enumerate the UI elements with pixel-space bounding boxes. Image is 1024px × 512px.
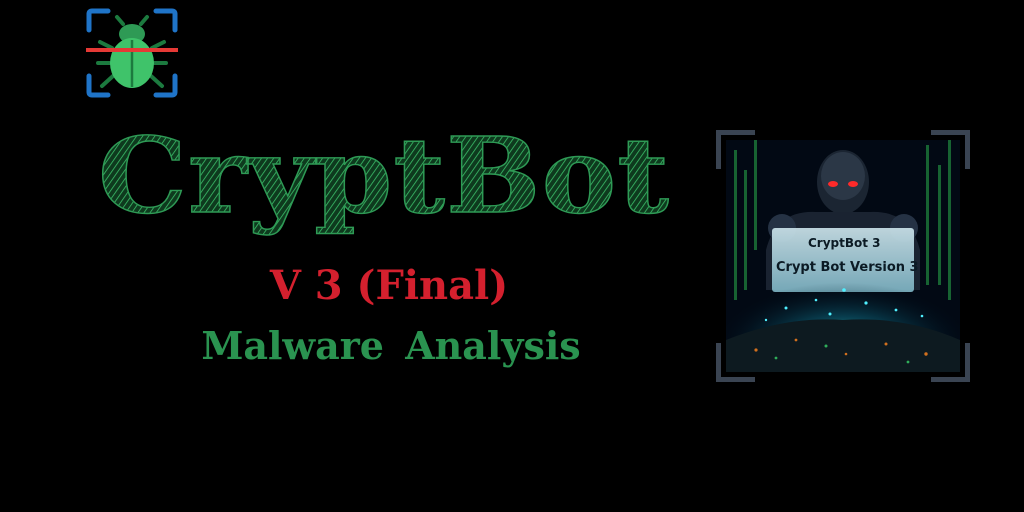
artwork-label-line1: CryptBot 3: [808, 236, 881, 250]
page-title: CryptBot: [98, 112, 678, 242]
subtitle-text: Malware Analysis: [201, 323, 581, 368]
bug-scan-logo: [86, 8, 178, 98]
version-label: V 3 (Final): [0, 262, 778, 310]
version-text: V 3 (Final): [269, 262, 509, 309]
robot-illustration: [726, 140, 960, 372]
subtitle: Malware Analysis: [0, 322, 782, 370]
robot-artwork: CryptBot 3 Crypt Bot Version 3: [726, 140, 960, 372]
bug-scan-icon: [86, 8, 178, 98]
artwork-label-line2: Crypt Bot Version 3: [776, 260, 919, 275]
title-text: CryptBot: [98, 114, 670, 237]
artwork-frame: CryptBot 3 Crypt Bot Version 3: [716, 130, 970, 382]
